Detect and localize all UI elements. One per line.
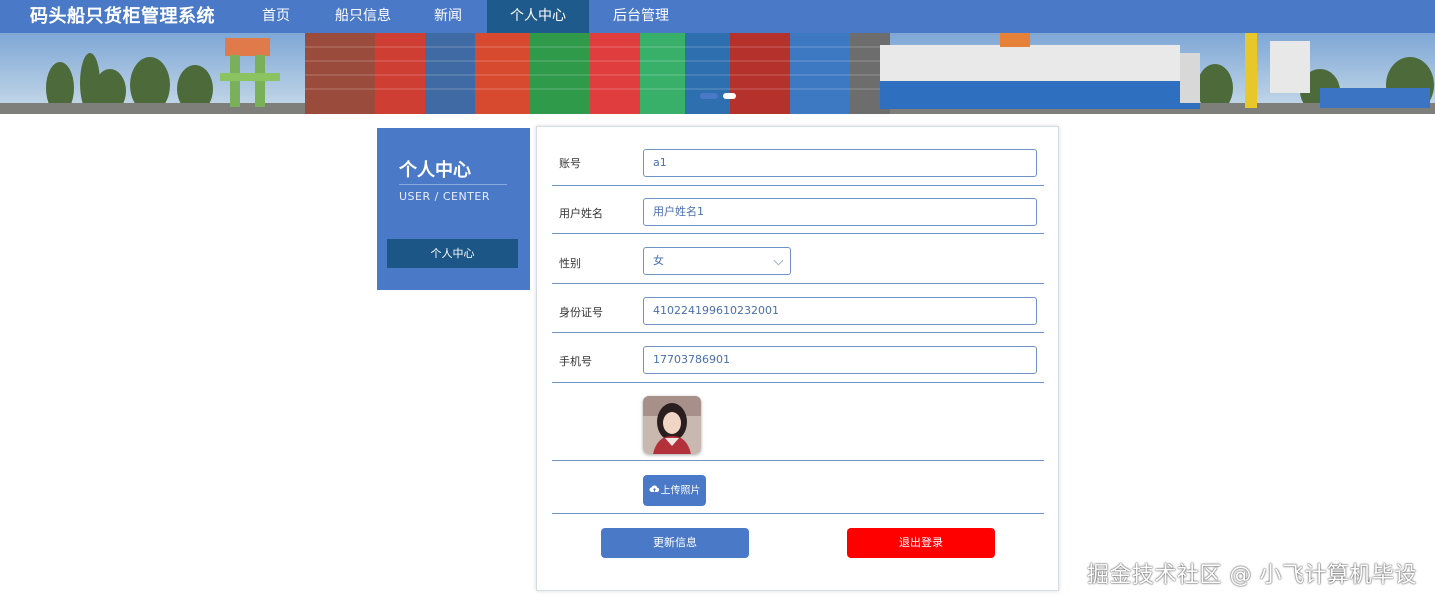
name-input[interactable]: 用户姓名1 bbox=[643, 198, 1037, 226]
gender-select-value: 女 bbox=[653, 254, 664, 267]
cloud-upload-icon bbox=[648, 475, 660, 506]
sidebar: 个人中心 USER / CENTER 个人中心 bbox=[377, 128, 530, 290]
user-photo bbox=[643, 396, 701, 454]
top-nav: 码头船只货柜管理系统 首页 船只信息 新闻 个人中心 后台管理 bbox=[0, 0, 1435, 33]
upload-photo-button[interactable]: 上传照片 bbox=[643, 475, 706, 506]
avatar bbox=[643, 396, 701, 454]
gender-label: 性别 bbox=[559, 257, 581, 270]
form-row-id-number: 身份证号 410224199610232001 bbox=[552, 284, 1044, 333]
form-row-name: 用户姓名 用户姓名1 bbox=[552, 186, 1044, 234]
sidebar-subtitle: USER / CENTER bbox=[399, 190, 490, 203]
watermark-text: 掘金技术社区 @ 小飞计算机毕设 bbox=[1087, 563, 1417, 588]
nav-item-admin[interactable]: 后台管理 bbox=[598, 0, 684, 33]
nav-item-home[interactable]: 首页 bbox=[245, 0, 307, 33]
sidebar-divider bbox=[399, 184, 507, 185]
sidebar-item-personal-center[interactable]: 个人中心 bbox=[387, 239, 518, 268]
form-row-account: 账号 a1 bbox=[552, 134, 1044, 186]
id-number-input[interactable]: 410224199610232001 bbox=[643, 297, 1037, 325]
form-row-gender: 性别 女 bbox=[552, 234, 1044, 284]
banner-image bbox=[0, 33, 1435, 114]
gender-select[interactable]: 女 bbox=[643, 247, 791, 275]
account-input[interactable]: a1 bbox=[643, 149, 1037, 177]
update-info-button[interactable]: 更新信息 bbox=[601, 528, 749, 558]
upload-photo-label: 上传照片 bbox=[660, 485, 701, 497]
phone-input[interactable]: 17703786901 bbox=[643, 346, 1037, 374]
form-row-avatar bbox=[552, 383, 1044, 461]
id-number-label: 身份证号 bbox=[559, 306, 603, 319]
phone-label: 手机号 bbox=[559, 355, 592, 368]
form-row-upload bbox=[552, 461, 1044, 514]
nav-item-ships[interactable]: 船只信息 bbox=[320, 0, 406, 33]
profile-form-panel: 账号 a1 用户姓名 用户姓名1 性别 女 身份证号 4102241996102… bbox=[536, 126, 1059, 591]
nav-item-news[interactable]: 新闻 bbox=[418, 0, 478, 33]
chevron-down-icon bbox=[773, 255, 784, 266]
sidebar-title: 个人中心 bbox=[399, 160, 471, 181]
logout-button[interactable]: 退出登录 bbox=[847, 528, 995, 558]
port-scene-illustration bbox=[0, 33, 1435, 114]
site-title: 码头船只货柜管理系统 bbox=[30, 6, 215, 27]
nav-item-personal-center[interactable]: 个人中心 bbox=[487, 0, 589, 33]
name-label: 用户姓名 bbox=[559, 207, 603, 220]
account-label: 账号 bbox=[559, 157, 581, 170]
form-row-phone: 手机号 17703786901 bbox=[552, 333, 1044, 383]
